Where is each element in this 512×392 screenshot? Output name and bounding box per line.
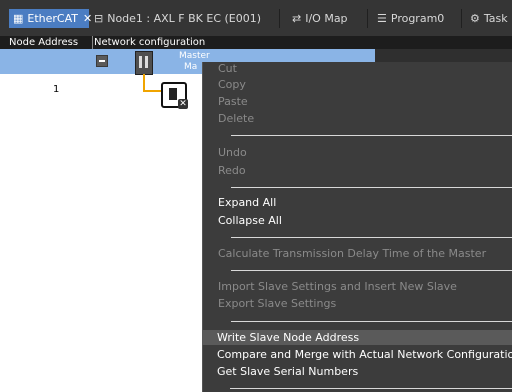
menu-item-undo[interactable]: Undo	[218, 146, 247, 160]
error-badge-icon: ✕	[178, 99, 188, 109]
master-label: Master	[179, 51, 210, 61]
column-network-configuration[interactable]: Network configuration	[94, 36, 205, 49]
tab-task-label: Task	[483, 12, 508, 25]
column-divider[interactable]	[92, 36, 93, 49]
menu-separator	[231, 321, 512, 322]
tab-divider	[279, 9, 280, 28]
menu-item-export-slave[interactable]: Export Slave Settings	[218, 297, 336, 311]
tab-ethercat-label: EtherCAT	[27, 12, 79, 25]
menu-item-delete[interactable]: Delete	[218, 112, 254, 126]
menu-item-expand-all[interactable]: Expand All	[218, 196, 276, 210]
menu-item-import-slave[interactable]: Import Slave Settings and Insert New Sla…	[218, 280, 457, 294]
node-address-value: 1	[53, 84, 60, 95]
menu-item-paste[interactable]: Paste	[218, 95, 248, 109]
tab-node1-label: Node1 : AXL F BK EC (E001)	[107, 12, 262, 25]
menu-separator	[231, 135, 512, 136]
tab-program0[interactable]: ☰ Program0	[373, 9, 453, 28]
tab-io-map-label: I/O Map	[305, 12, 348, 25]
column-header: Node Address Network configuration	[0, 36, 512, 49]
menu-item-write-node-address[interactable]: Write Slave Node Address	[217, 331, 359, 345]
menu-item-collapse-all[interactable]: Collapse All	[218, 214, 282, 228]
editor-tab-bar: ▦ EtherCAT ✕ ⊟ Node1 : AXL F BK EC (E001…	[0, 0, 512, 36]
collapse-icon[interactable]	[96, 55, 108, 67]
menu-item-redo[interactable]: Redo	[218, 164, 246, 178]
column-node-address[interactable]: Node Address	[9, 36, 78, 49]
tab-node1[interactable]: ⊟ Node1 : AXL F BK EC (E001)	[90, 9, 272, 28]
menu-separator	[231, 187, 512, 188]
tab-task[interactable]: ⚙ Task	[466, 9, 512, 28]
menu-item-cut[interactable]: Cut	[218, 62, 237, 76]
menu-separator	[231, 270, 512, 271]
menu-item-copy[interactable]: Copy	[218, 78, 246, 92]
tab-divider	[367, 9, 368, 28]
task-icon: ⚙	[470, 12, 480, 25]
master-device-icon[interactable]	[135, 51, 153, 75]
menu-item-calc-delay[interactable]: Calculate Transmission Delay Time of the…	[218, 247, 486, 261]
connection-line	[143, 74, 163, 92]
menu-item-compare-merge[interactable]: Compare and Merge with Actual Network Co…	[217, 348, 512, 362]
program-icon: ☰	[377, 12, 387, 25]
tab-divider	[461, 9, 462, 28]
node-icon: ⊟	[94, 12, 104, 25]
io-map-icon: ⇄	[292, 12, 302, 25]
tab-ethercat[interactable]: ▦ EtherCAT ✕	[9, 9, 92, 28]
ethercat-icon: ▦	[13, 12, 24, 25]
menu-separator	[231, 237, 512, 238]
menu-item-get-serials[interactable]: Get Slave Serial Numbers	[217, 365, 358, 379]
tab-program0-label: Program0	[390, 12, 445, 25]
menu-separator	[230, 388, 512, 389]
master-sublabel: Ma	[184, 62, 198, 72]
tab-io-map[interactable]: ⇄ I/O Map	[288, 9, 363, 28]
